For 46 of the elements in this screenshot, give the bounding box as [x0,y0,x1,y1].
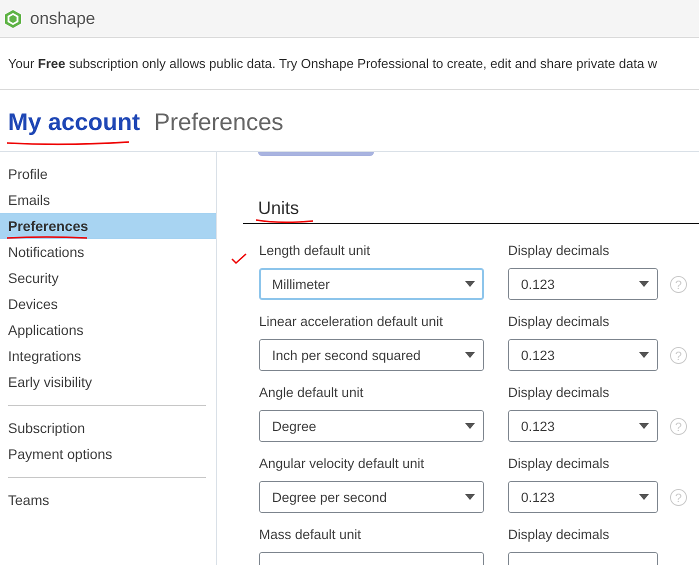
section-title: Units [258,198,300,218]
caret-icon [639,423,649,429]
caret-icon [639,281,649,287]
caret-icon [465,494,475,500]
logo-icon [4,8,22,28]
field-label: Mass default unit [259,527,362,544]
field-label: Display decimals [508,456,610,473]
caret-icon [465,352,475,358]
sidebar-item[interactable]: Payment options [0,441,216,467]
caret-icon [639,494,649,500]
caret-icon [465,423,475,429]
annotation-checkmark [231,253,247,265]
sidebar-item[interactable]: Early visibility [0,369,216,395]
page-tab[interactable]: My account [8,108,140,136]
field-label: Length default unit [259,243,372,260]
dropdown[interactable]: 0.123 [508,481,658,513]
dropdown[interactable]: Degree per second [259,481,484,513]
field-label: Display decimals [508,314,610,331]
logo-text: onshape [30,8,96,28]
subscription-notice: Your Free subscription only allows public data. Try Onshape Professional to create, edit and share private data w [8,56,658,71]
field-label: Display decimals [508,243,610,260]
field-label: Display decimals [508,385,610,402]
field-label: Linear acceleration default unit [259,314,444,331]
caret-icon [639,352,649,358]
sidebar-item[interactable]: Notifications [0,239,216,265]
dropdown[interactable]: Degree [259,410,484,442]
field-label: Angular velocity default unit [259,456,426,473]
sidebar-item[interactable]: Applications [0,317,216,343]
sidebar-item[interactable]: Devices [0,291,216,317]
sidebar-item[interactable]: Preferences [0,213,216,239]
page-tab[interactable]: Preferences [154,108,284,136]
caret-icon [465,281,475,287]
field-label: Display decimals [508,527,610,544]
dropdown[interactable]: 0.123 [508,268,658,300]
dropdown[interactable]: Millimeter [259,268,484,300]
dropdown[interactable]: 0.123 [508,339,658,371]
dropdown[interactable]: 0.123 [508,410,658,442]
sidebar-item[interactable]: Profile [0,161,216,187]
sidebar-item[interactable]: Security [0,265,216,291]
sidebar-item[interactable]: Subscription [0,415,216,441]
annotation-underline [255,218,315,224]
sidebar-item[interactable]: Teams [0,487,216,513]
dropdown[interactable]: Inch per second squared [259,339,484,371]
sidebar-item[interactable]: Integrations [0,343,216,369]
field-label: Angle default unit [259,385,364,402]
sidebar-item[interactable]: Emails [0,187,216,213]
